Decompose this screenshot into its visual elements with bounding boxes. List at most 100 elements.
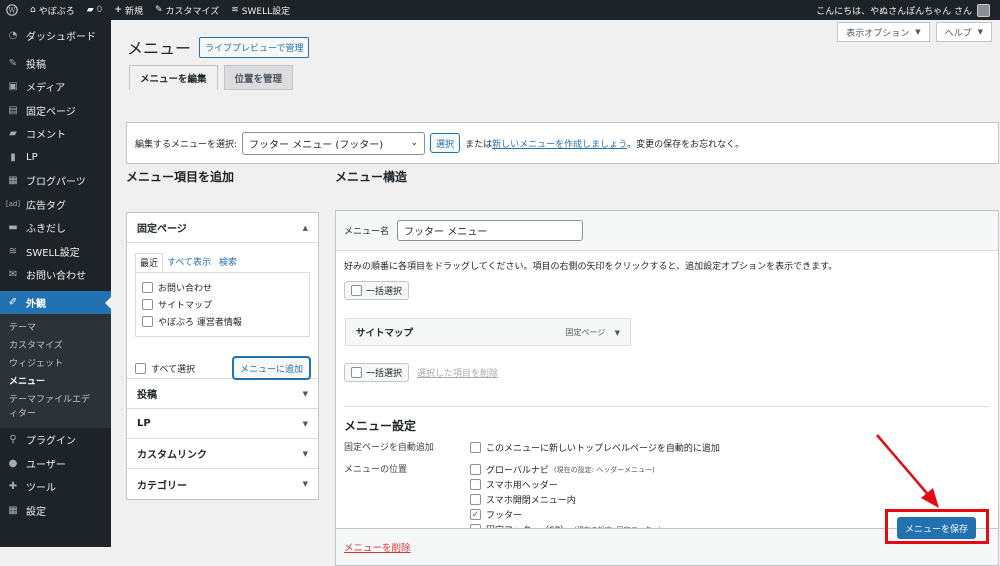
swell-settings-link[interactable]: ≋ SWELL設定	[225, 0, 296, 20]
tab-view-all[interactable]: すべて表示	[163, 253, 215, 272]
swell-label: SWELL設定	[241, 6, 291, 17]
screen-options-button[interactable]: 表示オプション ▼	[837, 22, 930, 42]
bulk-select-button[interactable]: 一括選択	[344, 281, 410, 300]
sidebar-item-contact[interactable]: ✉ お問い合わせ	[0, 263, 111, 287]
comment-icon: ▰	[86, 5, 94, 15]
sidebar-item-ad-tags[interactable]: [ad] 広告タグ	[0, 193, 111, 217]
admin-sidebar: ◔ ダッシュボード ✎ 投稿 ▣ メディア ▤ 固定ページ ▰ コメント ▮ LP ▦ ブログ…	[0, 20, 111, 547]
caret-down-icon: ▼	[302, 480, 308, 488]
list-item[interactable]: お問い合わせ	[142, 279, 303, 296]
plus-icon: +	[114, 5, 122, 15]
my-account-link[interactable]: こんにちは、やぬさんぽんちゃん さん	[816, 3, 1000, 17]
new-content-link[interactable]: + 新規	[108, 0, 149, 20]
remove-selected-link[interactable]: 選択した項目を削除	[417, 366, 498, 379]
list-item[interactable]: やぼぶろ 運営者情報	[142, 313, 303, 330]
select-button[interactable]: 選択	[430, 133, 461, 153]
sidebar-item-lp[interactable]: ▮ LP	[0, 146, 111, 170]
submenu-item-menus[interactable]: メニュー	[0, 373, 111, 391]
location-option-sp-header[interactable]: スマホ用ヘッダー	[470, 477, 661, 492]
menu-name-input[interactable]: フッター メニュー	[397, 220, 584, 241]
sidebar-item-label: 投稿	[26, 59, 46, 71]
settings-icon: ▦	[8, 504, 18, 516]
checkbox[interactable]	[142, 316, 153, 327]
checkmark-icon: ✓	[471, 509, 480, 520]
grid-icon: ▦	[8, 175, 18, 187]
tab-search[interactable]: 検索	[215, 253, 241, 272]
sidebar-item-media[interactable]: ▣ メディア	[0, 75, 111, 99]
submenu-item-customize[interactable]: カスタマイズ	[0, 337, 111, 355]
brush-icon: ✎	[154, 5, 163, 15]
tab-recent[interactable]: 最近	[135, 253, 164, 272]
sidebar-item-balloon[interactable]: ▬ ふきだし	[0, 216, 111, 240]
auto-add-text: このメニューに新しいトップレベルページを自動的に追加	[486, 444, 720, 454]
submenu-item-widgets[interactable]: ウィジェット	[0, 355, 111, 373]
select-all-label: すべて選択	[151, 364, 196, 375]
sidebar-item-plugins[interactable]: ⚲ プラグイン	[0, 428, 111, 452]
add-to-menu-button[interactable]: メニューに追加	[232, 357, 310, 379]
caret-down-icon: ▼	[302, 419, 308, 428]
checkbox[interactable]	[470, 494, 481, 505]
caret-down-icon[interactable]: ▼	[615, 329, 620, 337]
delete-menu-link[interactable]: メニューを削除	[344, 540, 411, 554]
location-option-footer[interactable]: ✓ フッター	[470, 507, 661, 522]
customize-label: カスタマイズ	[165, 6, 220, 17]
checkbox[interactable]	[470, 442, 481, 453]
select-all-checkbox[interactable]	[135, 362, 146, 374]
page-label: やぼぶろ 運営者情報	[158, 318, 242, 328]
accordion-title: カスタムリンク	[137, 450, 207, 461]
checkbox[interactable]	[142, 299, 153, 310]
sidebar-item-tools[interactable]: ✚ ツール	[0, 475, 111, 499]
submenu-item-theme-editor[interactable]: テーマファイルエディター	[0, 391, 100, 423]
sidebar-item-blog-parts[interactable]: ▦ ブログパーツ	[0, 169, 111, 193]
menu-select-dropdown[interactable]: フッター メニュー (フッター) ⌄	[242, 131, 426, 155]
swell-icon: ≋	[231, 5, 239, 15]
checkbox[interactable]	[470, 464, 481, 475]
submenu-item-themes[interactable]: テーマ	[0, 319, 111, 337]
site-name-link[interactable]: ⌂ やぼぶろ	[24, 0, 81, 20]
checkbox[interactable]	[470, 479, 481, 490]
save-menu-button[interactable]: メニューを保存	[897, 517, 976, 539]
checkbox-checked[interactable]: ✓	[470, 509, 481, 520]
accordion-custom-links[interactable]: カスタムリンク ▼	[127, 439, 318, 469]
selected-menu-value: フッター メニュー (フッター)	[249, 139, 384, 151]
bulk-select-button-bottom[interactable]: 一括選択	[344, 363, 410, 382]
sidebar-item-users[interactable]: ● ユーザー	[0, 452, 111, 476]
customize-link[interactable]: ✎ カスタマイズ	[149, 0, 225, 20]
checkbox[interactable]	[142, 282, 153, 293]
location-option-sp-drawer[interactable]: スマホ開閉メニュー内	[470, 492, 661, 507]
location-label: メニューの位置	[344, 465, 408, 475]
list-item[interactable]: サイトマップ	[142, 296, 303, 313]
sidebar-item-pages[interactable]: ▤ 固定ページ	[0, 99, 111, 123]
caret-up-icon: ▲	[302, 223, 308, 232]
reminder-text: 。変更の保存をお忘れなく。	[627, 139, 745, 150]
create-menu-link[interactable]: 新しいメニューを作成しましょう	[492, 137, 627, 150]
sidebar-item-posts[interactable]: ✎ 投稿	[0, 52, 111, 76]
sidebar-item-label: メディア	[26, 83, 66, 95]
accordion-posts[interactable]: 投稿 ▼	[127, 379, 318, 409]
appearance-submenu: テーマ カスタマイズ ウィジェット メニュー テーマファイルエディター	[0, 314, 111, 428]
fixed-pages-body: 最近 すべて表示 検索 お問い合わせ サイトマップ やぼぶろ 運営者情報 すべて…	[127, 243, 318, 379]
tab-manage-locations[interactable]: 位置を管理	[223, 65, 294, 90]
comments-link[interactable]: ▰ 0	[81, 0, 109, 20]
sidebar-item-appearance[interactable]: ✐ 外観	[0, 290, 111, 314]
tab-edit-menus[interactable]: メニューを編集	[129, 65, 218, 90]
sidebar-item-dashboard[interactable]: ◔ ダッシュボード	[0, 24, 111, 48]
accordion-lp[interactable]: LP ▼	[127, 409, 318, 439]
live-preview-button[interactable]: ライブプレビューで管理	[199, 36, 310, 58]
menu-item-sitemap[interactable]: サイトマップ 固定ページ ▼	[345, 318, 631, 346]
sidebar-item-label: LP	[26, 151, 38, 163]
help-button[interactable]: ヘルプ ▼	[935, 22, 992, 42]
sidebar-item-comments[interactable]: ▰ コメント	[0, 122, 111, 146]
sidebar-item-swell[interactable]: ≋ SWELL設定	[0, 240, 111, 264]
add-menu-items-panel: 固定ページ ▲ 最近 すべて表示 検索 お問い合わせ サイトマップ やぼぶろ 運…	[126, 212, 319, 500]
location-option-global-nav[interactable]: グローバルナビ (現在の設定: ヘッダーメニュー)	[470, 462, 661, 477]
page-icon: ▤	[8, 104, 18, 116]
caret-down-icon: ▼	[302, 389, 308, 398]
sidebar-item-settings[interactable]: ▦ 設定	[0, 499, 111, 523]
accordion-categories[interactable]: カテゴリー ▼	[127, 469, 318, 499]
auto-add-option[interactable]: このメニューに新しいトップレベルページを自動的に追加	[470, 440, 720, 455]
accordion-fixed-pages[interactable]: 固定ページ ▲	[127, 213, 318, 243]
page-title: メニュー	[127, 39, 192, 58]
select-all-row[interactable]: すべて選択	[135, 360, 195, 377]
wordpress-logo-button[interactable]: W	[0, 0, 24, 20]
